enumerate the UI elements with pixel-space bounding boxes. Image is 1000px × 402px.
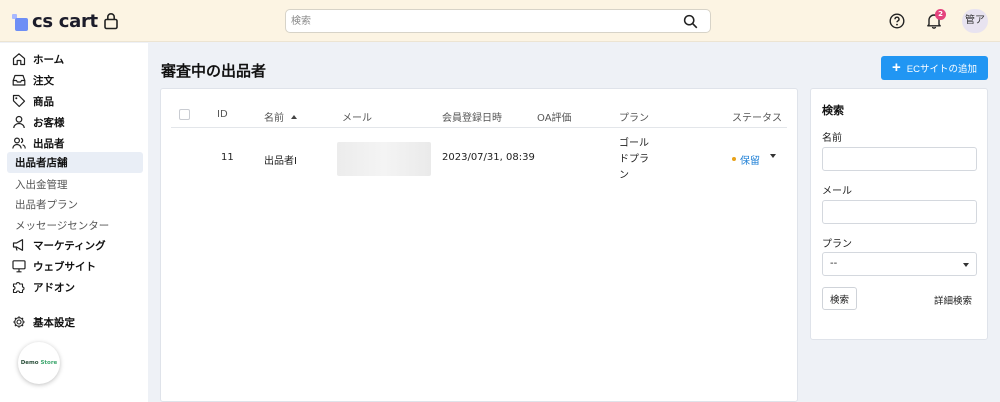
home-icon [12, 53, 26, 66]
column-header-registered[interactable]: 会員登録日時 [442, 109, 502, 124]
search-icon[interactable] [683, 14, 698, 29]
sidebar-item-label: 出品者 [33, 137, 65, 150]
sidebar-item-label: お客様 [33, 116, 65, 129]
cell-plan-line: ドプラ [619, 154, 649, 165]
logo-icon [12, 13, 28, 31]
avatar[interactable]: 管ア [962, 9, 988, 33]
column-header-email[interactable]: メール [342, 109, 372, 124]
search-input[interactable] [286, 10, 666, 32]
vendor-table-card: ID 名前 メール 会員登録日時 OA評価 プラン ステータス 11 出品者I … [160, 88, 798, 402]
sidebar-item-settings[interactable]: 基本設定 [12, 313, 75, 331]
column-header-status[interactable]: ステータス [732, 109, 782, 124]
filter-name-input[interactable] [822, 147, 977, 171]
sidebar-item-label: ホーム [33, 53, 65, 66]
header-divider [171, 127, 787, 128]
plus-icon: + [892, 59, 901, 76]
page-title: 審査中の出品者 [161, 62, 267, 80]
cell-registered: 2023/07/31, 08:39 [442, 152, 535, 163]
add-storefront-label: ECサイトの追加 [906, 64, 977, 75]
cell-plan-line: ゴール [619, 138, 649, 149]
logo[interactable]: cs cart [12, 11, 98, 32]
sidebar-subitem-payouts[interactable]: 入出金管理 [15, 177, 68, 192]
search-filter-panel: 検索 名前 メール プラン -- 検索 詳細検索 [810, 88, 988, 340]
gear-icon [13, 316, 25, 328]
monitor-icon [12, 260, 26, 273]
column-header-id[interactable]: ID [217, 109, 228, 120]
chevron-down-icon [963, 263, 969, 267]
sidebar-item-label: 商品 [33, 95, 54, 108]
filter-name-label: 名前 [822, 133, 842, 144]
status-dot-icon [732, 157, 736, 161]
sidebar-subitem-vendor-plans[interactable]: 出品者プラン [15, 197, 78, 212]
cell-name[interactable]: 出品者I [264, 152, 297, 167]
column-header-name-label: 名前 [264, 113, 284, 124]
lock-icon[interactable] [103, 12, 119, 30]
sidebar-item-customers[interactable]: お客様 [12, 113, 65, 131]
column-header-oa-rating[interactable]: OA評価 [537, 109, 572, 124]
tag-icon [12, 94, 26, 108]
sidebar-subitem-label: 出品者店舗 [15, 157, 68, 169]
demo-store-text: Demo [20, 360, 39, 366]
sidebar-item-label: 注文 [33, 74, 54, 87]
sidebar-item-label: アドオン [33, 281, 75, 294]
sidebar-item-marketing[interactable]: マーケティング [12, 236, 106, 254]
filter-title: 検索 [822, 104, 844, 117]
notification-badge: 2 [935, 9, 946, 20]
inbox-icon [12, 74, 26, 86]
demo-store-button[interactable]: Demo Store [18, 342, 60, 384]
filter-plan-value: -- [830, 258, 838, 269]
cell-plan[interactable]: ゴール ドプラ ン [619, 136, 649, 184]
sidebar-subitem-vendor-stores[interactable]: 出品者店舗 [7, 152, 143, 173]
sidebar-item-home[interactable]: ホーム [12, 50, 64, 68]
help-icon[interactable] [889, 13, 905, 29]
cell-id: 11 [221, 152, 234, 163]
status-dropdown[interactable]: 保留 [740, 152, 760, 167]
cell-email-redacted [337, 142, 431, 176]
filter-plan-label: プラン [822, 239, 852, 250]
select-all-checkbox[interactable] [179, 109, 190, 120]
add-storefront-button[interactable]: + ECサイトの追加 [881, 56, 988, 80]
sidebar-item-products[interactable]: 商品 [12, 92, 54, 110]
sidebar-item-orders[interactable]: 注文 [12, 71, 54, 89]
cell-plan-line: ン [619, 170, 629, 181]
user-icon [13, 115, 25, 129]
chevron-down-icon[interactable] [770, 154, 776, 158]
sort-asc-icon [291, 115, 298, 119]
filter-email-input[interactable] [822, 200, 977, 224]
filter-plan-select[interactable]: -- [822, 252, 977, 276]
advanced-search-link[interactable]: 詳細検索 [934, 293, 972, 307]
global-search [285, 9, 711, 33]
top-header: cs cart 2 管ア [0, 0, 1000, 42]
demo-store-accent: Store [40, 360, 58, 366]
filter-email-label: メール [822, 186, 852, 197]
sidebar-item-label: ウェブサイト [33, 260, 96, 273]
sidebar: ホーム 注文 商品 お客様 出品者 出品者店舗 入出金管理 出品者プラン メッセ… [0, 43, 148, 402]
sidebar-item-label: 基本設定 [33, 316, 75, 329]
filter-search-button[interactable]: 検索 [822, 287, 857, 310]
users-icon [12, 137, 26, 149]
sidebar-subitem-message-center[interactable]: メッセージセンター [15, 218, 109, 233]
logo-text: cs cart [32, 11, 98, 32]
megaphone-icon [12, 239, 24, 251]
sidebar-item-vendors[interactable]: 出品者 [12, 134, 65, 152]
sidebar-item-addons[interactable]: アドオン [12, 278, 75, 296]
column-header-plan[interactable]: プラン [619, 109, 649, 124]
sidebar-item-website[interactable]: ウェブサイト [12, 257, 96, 275]
sidebar-item-label: マーケティング [33, 239, 106, 252]
column-header-name[interactable]: 名前 [264, 109, 298, 124]
puzzle-icon [12, 282, 25, 294]
